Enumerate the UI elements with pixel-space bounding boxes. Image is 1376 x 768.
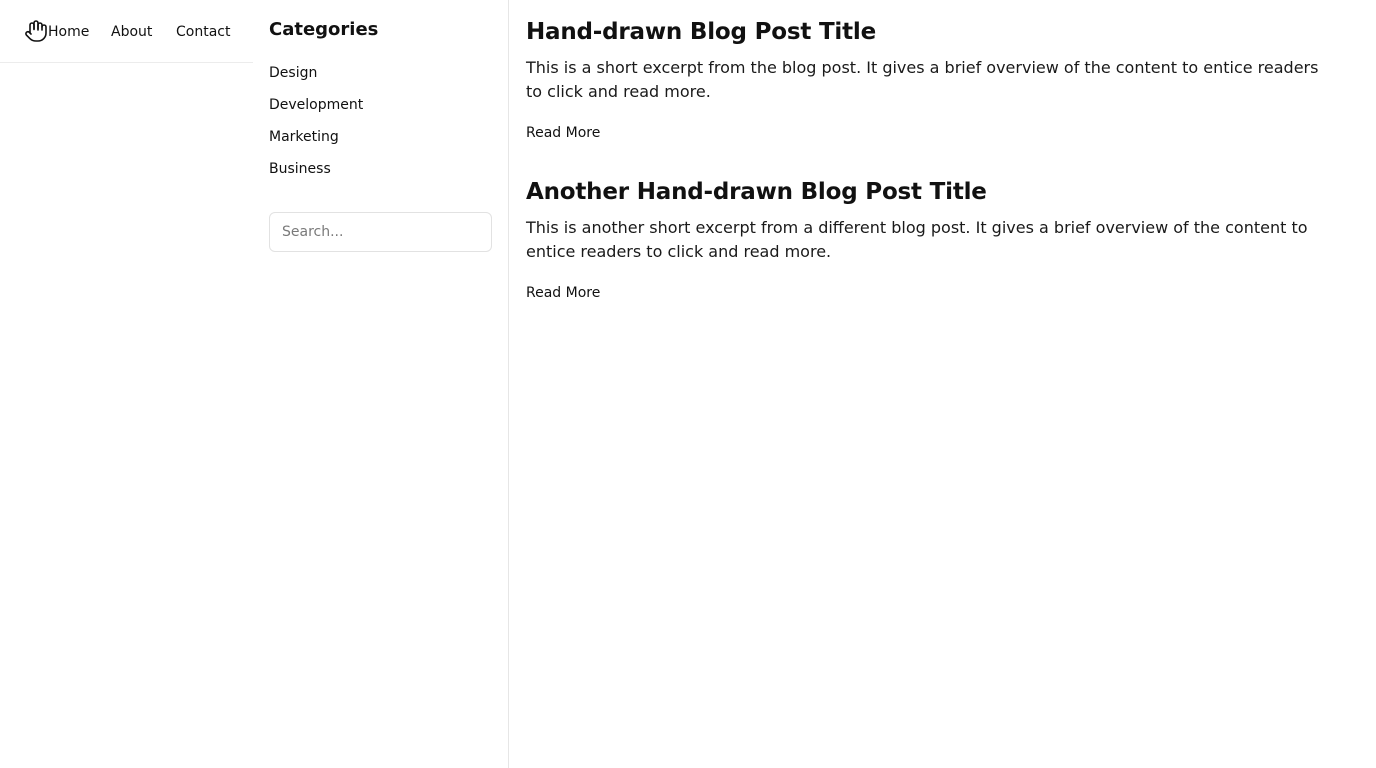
category-link-design[interactable]: Design bbox=[269, 64, 317, 82]
search-input[interactable] bbox=[269, 212, 492, 252]
top-navigation: Home About Contact bbox=[0, 0, 253, 63]
post-title[interactable]: Hand-drawn Blog Post Title bbox=[526, 17, 876, 47]
sidebar-title: Categories bbox=[269, 19, 379, 40]
category-link-business[interactable]: Business bbox=[269, 160, 331, 178]
read-more-link[interactable]: Read More bbox=[526, 284, 600, 302]
read-more-link[interactable]: Read More bbox=[526, 124, 600, 142]
post-title[interactable]: Another Hand-drawn Blog Post Title bbox=[526, 177, 987, 207]
post-excerpt: This is another short excerpt from a dif… bbox=[526, 218, 1308, 261]
post-excerpt: This is a short excerpt from the blog po… bbox=[526, 58, 1319, 101]
category-link-development[interactable]: Development bbox=[269, 96, 363, 114]
hand-icon[interactable] bbox=[24, 19, 48, 43]
nav-link-about[interactable]: About bbox=[111, 23, 152, 41]
nav-link-home[interactable]: Home bbox=[48, 23, 89, 41]
column-divider bbox=[508, 0, 509, 768]
nav-link-contact[interactable]: Contact bbox=[176, 23, 230, 41]
category-link-marketing[interactable]: Marketing bbox=[269, 128, 339, 146]
page: Home About Contact Categories Design Dev… bbox=[0, 0, 1376, 768]
